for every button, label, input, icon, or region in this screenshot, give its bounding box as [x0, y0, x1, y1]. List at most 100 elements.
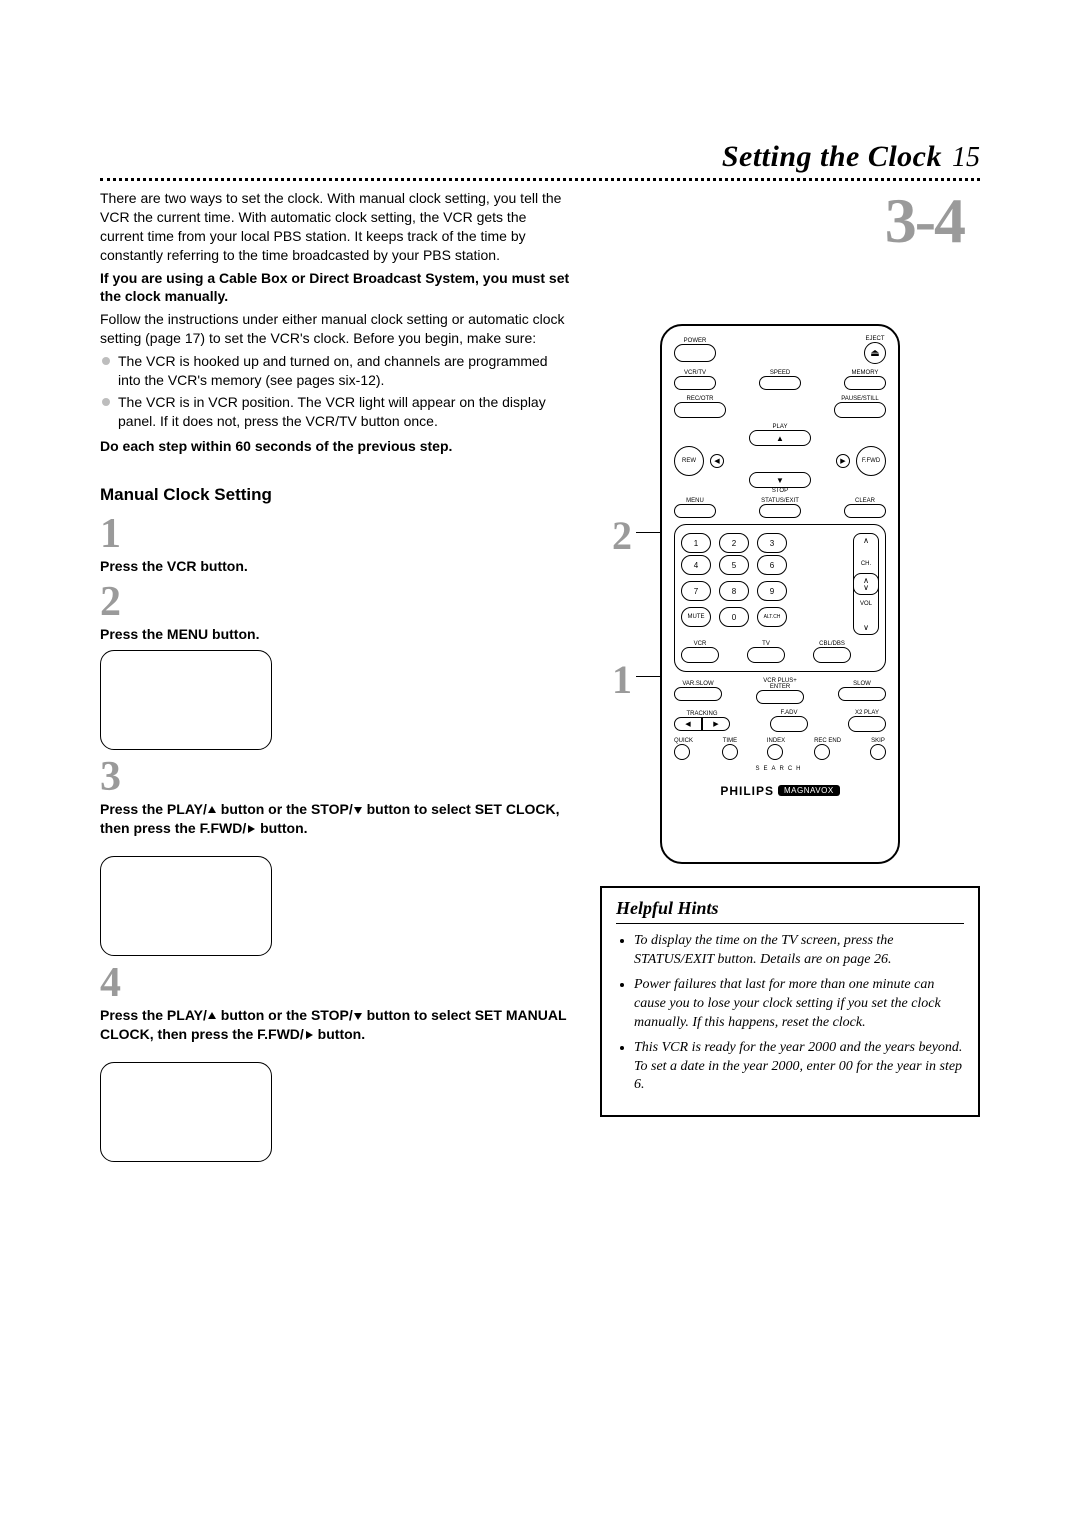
- x2play-button[interactable]: [848, 716, 886, 732]
- step-number: 3: [100, 756, 570, 798]
- stop-button[interactable]: ▼: [749, 472, 811, 488]
- index-label: INDEX: [767, 738, 785, 744]
- step-number: 1: [100, 513, 570, 555]
- slow-button[interactable]: [838, 687, 886, 701]
- vcrplus-button[interactable]: [756, 690, 804, 704]
- recend-label: REC END: [814, 738, 841, 744]
- down-triangle-icon: [353, 1011, 363, 1021]
- step-number: 4: [100, 962, 570, 1004]
- tracking-up-button[interactable]: ▶: [702, 717, 730, 731]
- step-number: 2: [100, 581, 570, 623]
- intro-instructions: Follow the instructions under either man…: [100, 310, 570, 348]
- prereq-item: The VCR is in VCR position. The VCR ligh…: [100, 393, 570, 431]
- time-button[interactable]: [722, 744, 738, 760]
- intro-warning-bold: If you are using a Cable Box or Direct B…: [100, 269, 570, 307]
- clear-button[interactable]: [844, 504, 886, 518]
- power-button[interactable]: [674, 344, 716, 362]
- fadv-button[interactable]: [770, 716, 808, 732]
- memory-button[interactable]: [844, 376, 886, 390]
- hints-list: To display the time on the TV screen, pr…: [616, 932, 964, 1095]
- tv-screen-placeholder: [100, 650, 272, 750]
- right-triangle-icon: [304, 1030, 314, 1040]
- right-triangle-icon: [246, 824, 256, 834]
- altch-button[interactable]: ALT.CH: [757, 607, 787, 627]
- digit-button[interactable]: 1: [681, 533, 711, 553]
- up-triangle-icon: [207, 805, 217, 815]
- pausestill-button[interactable]: [834, 402, 886, 418]
- skip-label: SKIP: [870, 738, 886, 744]
- digit-button[interactable]: 4: [681, 555, 711, 575]
- callout-number: 2: [612, 512, 632, 559]
- hints-title: Helpful Hints: [616, 898, 964, 924]
- left-button[interactable]: ◀: [710, 454, 724, 468]
- manual-heading: Manual Clock Setting: [100, 484, 570, 507]
- mute-button[interactable]: MUTE: [681, 607, 711, 627]
- statusexit-button[interactable]: [759, 504, 801, 518]
- prereq-item: The VCR is hooked up and turned on, and …: [100, 352, 570, 390]
- cblbox-label: CBL/DBS: [813, 641, 851, 647]
- digit-button[interactable]: 3: [757, 533, 787, 553]
- volume-rocker[interactable]: ∧VOL∨: [853, 573, 879, 635]
- left-triangle-icon: ◀: [714, 457, 719, 465]
- index-button[interactable]: [767, 744, 783, 760]
- tracking-down-button[interactable]: ◀: [674, 717, 702, 731]
- step-text: Press the PLAY/ button or the STOP/ butt…: [100, 800, 570, 838]
- vcr-button[interactable]: [681, 647, 719, 663]
- tv-button[interactable]: [747, 647, 785, 663]
- down-triangle-icon: ▼: [776, 476, 784, 485]
- up-triangle-icon: [207, 1011, 217, 1021]
- digit-button[interactable]: 2: [719, 533, 749, 553]
- time-label: TIME: [722, 738, 738, 744]
- cblbox-button[interactable]: [813, 647, 851, 663]
- stop-label: STOP: [749, 488, 811, 494]
- search-label: SEARCH: [674, 766, 886, 772]
- eject-button[interactable]: ⏏: [864, 342, 886, 364]
- quick-button[interactable]: [674, 744, 690, 760]
- digit-button[interactable]: 5: [719, 555, 749, 575]
- speed-button[interactable]: [759, 376, 801, 390]
- recend-button[interactable]: [814, 744, 830, 760]
- brand-logo: PHILIPS: [720, 784, 774, 798]
- dotted-rule: [100, 178, 980, 181]
- statusexit-label: STATUS/EXIT: [759, 498, 801, 504]
- eject-label: EJECT: [864, 336, 886, 342]
- eject-icon: ⏏: [870, 348, 879, 359]
- section-title: Setting the Clock: [722, 140, 942, 174]
- digit-button[interactable]: 0: [719, 607, 749, 627]
- page-number: 15: [952, 142, 980, 174]
- ffwd-button[interactable]: F.FWD: [856, 446, 886, 476]
- step-text: Press the VCR button.: [100, 557, 570, 576]
- hints-item: This VCR is ready for the year 2000 and …: [634, 1039, 964, 1096]
- ffwd-label: F.FWD: [862, 458, 880, 464]
- recotr-button[interactable]: [674, 402, 726, 418]
- digit-button[interactable]: 9: [757, 581, 787, 601]
- skip-button[interactable]: [870, 744, 886, 760]
- right-triangle-icon: ▶: [840, 457, 845, 465]
- step-text: Press the MENU button.: [100, 625, 570, 644]
- tv-screen-placeholder: [100, 856, 272, 956]
- intro-timing-bold: Do each step within 60 seconds of the pr…: [100, 437, 570, 456]
- tv-screen-placeholder: [100, 1062, 272, 1162]
- hints-item: To display the time on the TV screen, pr…: [634, 932, 964, 970]
- intro-paragraph: There are two ways to set the clock. Wit…: [100, 189, 570, 265]
- helpful-hints-box: Helpful Hints To display the time on the…: [600, 886, 980, 1117]
- varslow-button[interactable]: [674, 687, 722, 701]
- digit-button[interactable]: 6: [757, 555, 787, 575]
- right-button[interactable]: ▶: [836, 454, 850, 468]
- prereq-list: The VCR is hooked up and turned on, and …: [100, 352, 570, 431]
- callout-number: 1: [612, 656, 632, 703]
- vcrtv-button[interactable]: [674, 376, 716, 390]
- digit-button[interactable]: 7: [681, 581, 711, 601]
- step-text: Press the PLAY/ button or the STOP/ butt…: [100, 1006, 570, 1044]
- play-button[interactable]: ▲: [749, 430, 811, 446]
- brand-tag: MAGNAVOX: [778, 785, 840, 796]
- down-triangle-icon: [353, 805, 363, 815]
- rew-label: REW: [682, 458, 696, 464]
- pausestill-label: PAUSE/STILL: [834, 396, 886, 402]
- rew-button[interactable]: REW: [674, 446, 704, 476]
- page-step-range: 3-4: [600, 195, 964, 246]
- remote-body: POWER EJECT ⏏ VCR/TV SPEED MEMORY: [660, 324, 900, 864]
- up-triangle-icon: ▲: [776, 434, 784, 443]
- menu-button[interactable]: [674, 504, 716, 518]
- digit-button[interactable]: 8: [719, 581, 749, 601]
